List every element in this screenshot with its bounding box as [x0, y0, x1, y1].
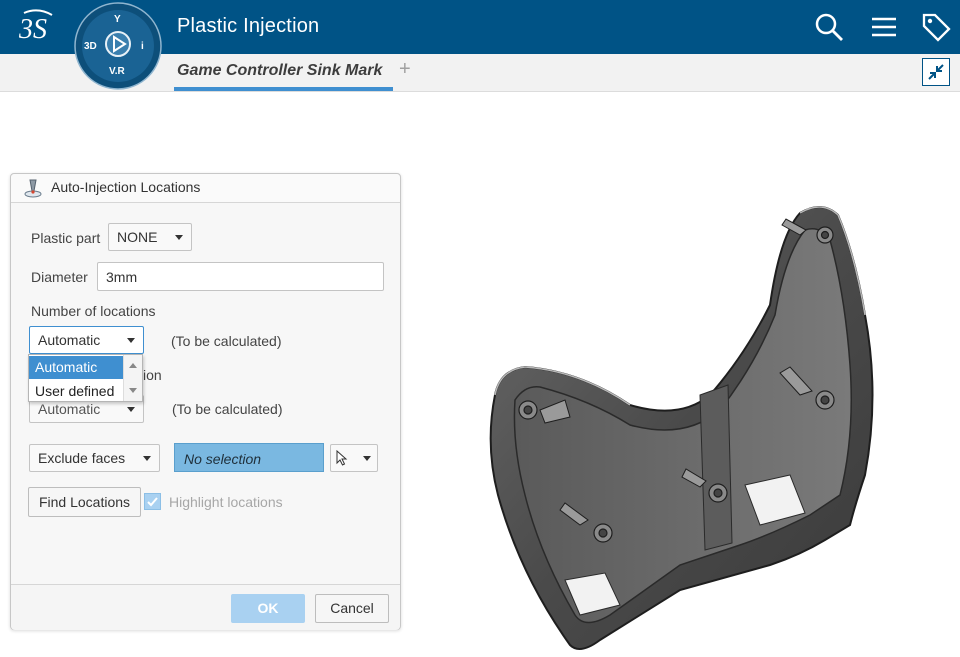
chevron-down-icon [127, 407, 135, 412]
menu-icon[interactable] [869, 12, 899, 42]
highlight-locations-label: Highlight locations [169, 494, 283, 510]
diameter-value: 3mm [106, 269, 138, 285]
checkmark-icon [147, 497, 158, 507]
cursor-arrow-icon [336, 450, 348, 466]
compass-widget[interactable]: Y 3D i V.R [74, 2, 162, 90]
chevron-down-icon [127, 338, 135, 343]
plastic-part-label: Plastic part [31, 230, 101, 246]
second-location-status: (To be calculated) [172, 401, 283, 417]
compass-right: i [141, 41, 144, 52]
add-tab-button[interactable]: + [399, 58, 411, 81]
number-of-locations-label: Number of locations [31, 303, 156, 319]
search-icon[interactable] [814, 12, 844, 42]
chevron-down-icon [175, 235, 183, 240]
find-locations-button[interactable]: Find Locations [28, 487, 141, 517]
number-of-locations-status: (To be calculated) [171, 333, 282, 349]
diameter-label: Diameter [31, 269, 88, 285]
compass-bottom: V.R [109, 66, 126, 77]
diameter-input[interactable]: 3mm [97, 262, 384, 291]
selection-field-value: No selection [184, 451, 262, 467]
game-controller-3d-model[interactable] [470, 195, 890, 655]
scroll-up-icon[interactable] [129, 363, 137, 368]
collapse-view-button[interactable] [922, 58, 950, 86]
dialog-header[interactable]: Auto-Injection Locations [11, 174, 400, 203]
compass-top: Y [114, 14, 121, 25]
second-location-value: Automatic [38, 401, 101, 417]
exclude-faces-label: Exclude faces [38, 450, 126, 466]
active-tab-indicator [174, 87, 393, 91]
compass-left: 3D [84, 41, 97, 52]
selection-mode-select[interactable] [330, 444, 378, 472]
tag-icon[interactable] [921, 12, 951, 42]
number-of-locations-select[interactable]: Automatic [29, 326, 144, 354]
ok-button[interactable]: OK [231, 594, 305, 623]
dialog-title: Auto-Injection Locations [51, 179, 201, 195]
cancel-button[interactable]: Cancel [315, 594, 389, 623]
collapse-arrows-icon [928, 64, 944, 80]
number-of-locations-value: Automatic [38, 332, 101, 348]
dropdown-scrollbar[interactable] [123, 355, 142, 401]
plastic-part-select[interactable]: NONE [108, 223, 192, 251]
number-of-locations-dropdown[interactable]: Automatic User defined [28, 354, 143, 402]
svg-text:3S: 3S [18, 14, 47, 45]
exclude-faces-select[interactable]: Exclude faces [29, 444, 160, 472]
dropdown-option-automatic[interactable]: Automatic [29, 356, 124, 379]
app-title: Plastic Injection [177, 15, 320, 37]
dropdown-option-user-defined[interactable]: User defined [29, 380, 124, 403]
obscured-label-tail: ion [143, 367, 162, 383]
highlight-locations-checkbox[interactable] [144, 493, 161, 510]
tab-game-controller[interactable]: Game Controller Sink Mark [177, 62, 382, 80]
plastic-part-value: NONE [117, 229, 158, 245]
chevron-down-icon [363, 456, 371, 461]
selection-field[interactable]: No selection [174, 443, 324, 472]
dialog-footer: OK Cancel [11, 584, 400, 630]
chevron-down-icon [143, 456, 151, 461]
scroll-down-icon[interactable] [129, 388, 137, 393]
3ds-logo-icon[interactable]: 3S [18, 9, 58, 47]
injection-tool-icon [24, 179, 42, 198]
